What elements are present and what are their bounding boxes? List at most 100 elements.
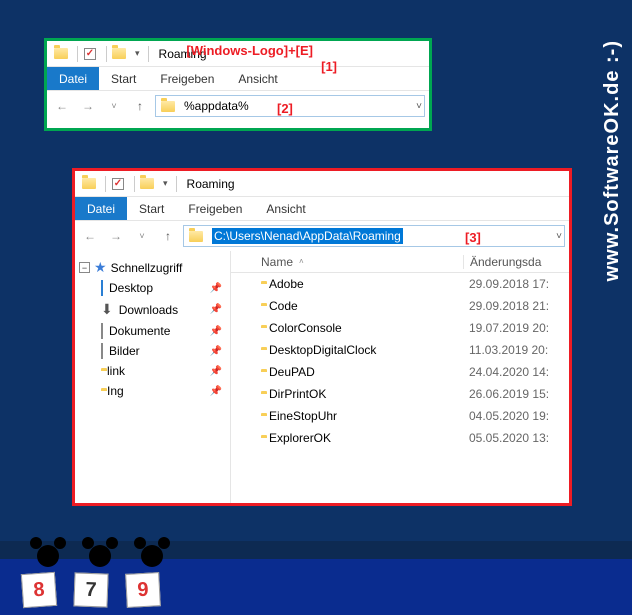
- address-text: C:\Users\Nenad\AppData\Roaming: [212, 228, 403, 244]
- list-header: Name˄ Änderungsda: [231, 251, 569, 273]
- column-date[interactable]: Änderungsda: [463, 255, 569, 269]
- tree-item[interactable]: ⬇Downloads📌: [79, 298, 226, 321]
- qat-dropdown-icon[interactable]: ▾: [135, 48, 140, 59]
- tree-label: Schnellzugriff: [111, 261, 183, 275]
- nav-toolbar: ← → ˅ ↑ %appdata% ˅: [47, 91, 429, 121]
- file-date: 26.06.2019 15:: [463, 387, 569, 401]
- file-name: Code: [269, 299, 298, 313]
- tree-item[interactable]: link 📌: [79, 361, 226, 381]
- annotation-marker-2: [2]: [277, 101, 293, 116]
- tree-item-label: Downloads: [119, 303, 178, 317]
- ribbon-tabs: Datei Start Freigeben Ansicht: [75, 197, 569, 221]
- star-icon: ★: [94, 259, 107, 276]
- annotation-marker-3: [3]: [465, 230, 481, 245]
- folder-icon: [111, 46, 127, 62]
- file-name: DeuPAD: [269, 365, 315, 379]
- decorative-scene: 8 7 9: [0, 505, 632, 615]
- tab-datei[interactable]: Datei: [75, 197, 127, 220]
- watermark-text: www.SoftwareOK.de :-): [601, 40, 624, 281]
- nav-history-dropdown-icon[interactable]: ˅: [131, 225, 153, 247]
- folder-icon: [160, 98, 176, 114]
- table-row[interactable]: ColorConsole 19.07.2019 20:: [231, 317, 569, 339]
- pin-icon: 📌: [210, 304, 222, 315]
- tree-item-label: Bilder: [109, 344, 140, 358]
- doc-icon: [101, 324, 103, 338]
- nav-back-icon[interactable]: ←: [79, 225, 101, 247]
- tab-ansicht[interactable]: Ansicht: [226, 67, 289, 90]
- pin-icon: 📌: [210, 283, 222, 294]
- score-card: 9: [125, 572, 161, 608]
- window-title: Roaming: [187, 177, 235, 191]
- table-row[interactable]: ExplorerOK05.05.2020 13:: [231, 427, 569, 449]
- table-row[interactable]: EineStopUhr 04.05.2020 19:: [231, 405, 569, 427]
- explorer-window-1: ✓ ▾ Roaming Datei Start Freigeben Ansich…: [44, 38, 432, 131]
- tab-ansicht[interactable]: Ansicht: [254, 197, 317, 220]
- table-row[interactable]: Adobe 29.09.2018 17:: [231, 273, 569, 295]
- table-row[interactable]: Code29.09.2018 21:: [231, 295, 569, 317]
- tab-start[interactable]: Start: [99, 67, 148, 90]
- score-card: 7: [73, 572, 108, 607]
- file-list: Name˄ Änderungsda Adobe 29.09.2018 17: Cod…: [231, 251, 569, 503]
- nav-toolbar: ← → ˅ ↑ C:\Users\Nenad\AppData\Roaming ˅: [75, 221, 569, 251]
- table-row[interactable]: DirPrintOK 26.06.2019 15:: [231, 383, 569, 405]
- tree-item-label: link: [107, 364, 125, 378]
- folder-icon: [53, 46, 69, 62]
- pin-icon: 📌: [210, 366, 222, 377]
- file-name: ColorConsole: [269, 321, 342, 335]
- navigation-tree: − ★ Schnellzugriff Desktop📌⬇Downloads📌Do…: [75, 251, 231, 503]
- address-dropdown-icon[interactable]: ˅: [556, 231, 562, 242]
- file-name: Adobe: [269, 277, 304, 291]
- table-row[interactable]: DesktopDigitalClock 11.03.2019 20:: [231, 339, 569, 361]
- file-date: 05.05.2020 13:: [463, 431, 569, 445]
- file-name: DirPrintOK: [269, 387, 326, 401]
- address-bar[interactable]: C:\Users\Nenad\AppData\Roaming ˅: [183, 225, 565, 247]
- titlebar: ✓ ▾ Roaming: [75, 171, 569, 197]
- separator: [148, 46, 149, 62]
- nav-forward-icon[interactable]: →: [105, 225, 127, 247]
- tab-datei[interactable]: Datei: [47, 67, 99, 90]
- folder-icon: [81, 176, 97, 192]
- tree-quickaccess[interactable]: − ★ Schnellzugriff: [79, 257, 226, 278]
- tab-start[interactable]: Start: [127, 197, 176, 220]
- pin-icon: 📌: [210, 386, 222, 397]
- sort-asc-icon: ˄: [299, 257, 304, 266]
- pic-icon: [101, 344, 103, 358]
- tab-freigeben[interactable]: Freigeben: [148, 67, 226, 90]
- column-name[interactable]: Name˄: [231, 255, 463, 269]
- folder-icon: [139, 176, 155, 192]
- file-date: 29.09.2018 17:: [463, 277, 569, 291]
- file-date: 19.07.2019 20:: [463, 321, 569, 335]
- score-card: 8: [21, 572, 57, 608]
- file-name: EineStopUhr: [269, 409, 337, 423]
- folder-icon: [188, 228, 204, 244]
- file-date: 11.03.2019 20:: [463, 343, 569, 357]
- address-dropdown-icon[interactable]: ˅: [416, 101, 422, 112]
- separator: [77, 46, 78, 62]
- file-date: 04.05.2020 19:: [463, 409, 569, 423]
- annotation-marker-1: [1]: [321, 59, 337, 74]
- qat-dropdown-icon[interactable]: ▾: [163, 178, 168, 189]
- tree-item[interactable]: Dokumente 📌: [79, 321, 226, 341]
- nav-up-icon[interactable]: ↑: [129, 95, 151, 117]
- tree-item[interactable]: Bilder 📌: [79, 341, 226, 361]
- nav-back-icon[interactable]: ←: [51, 95, 73, 117]
- address-text: %appdata%: [184, 99, 420, 113]
- tab-freigeben[interactable]: Freigeben: [176, 197, 254, 220]
- nav-forward-icon[interactable]: →: [77, 95, 99, 117]
- separator: [106, 46, 107, 62]
- check-icon: ✓: [110, 176, 126, 192]
- tree-item[interactable]: Ing📌: [79, 381, 226, 401]
- check-icon: ✓: [82, 46, 98, 62]
- pin-icon: 📌: [210, 346, 222, 357]
- tree-item-label: Desktop: [109, 281, 153, 295]
- tree-item-label: Dokumente: [109, 324, 170, 338]
- nav-up-icon[interactable]: ↑: [157, 225, 179, 247]
- file-name: DesktopDigitalClock: [269, 343, 376, 357]
- file-date: 24.04.2020 14:: [463, 365, 569, 379]
- tree-item[interactable]: Desktop 📌: [79, 278, 226, 298]
- collapse-icon[interactable]: −: [79, 262, 90, 273]
- pin-icon: 📌: [210, 326, 222, 337]
- ribbon-tabs: Datei Start Freigeben Ansicht: [47, 67, 429, 91]
- nav-history-dropdown-icon[interactable]: ˅: [103, 95, 125, 117]
- table-row[interactable]: DeuPAD 24.04.2020 14:: [231, 361, 569, 383]
